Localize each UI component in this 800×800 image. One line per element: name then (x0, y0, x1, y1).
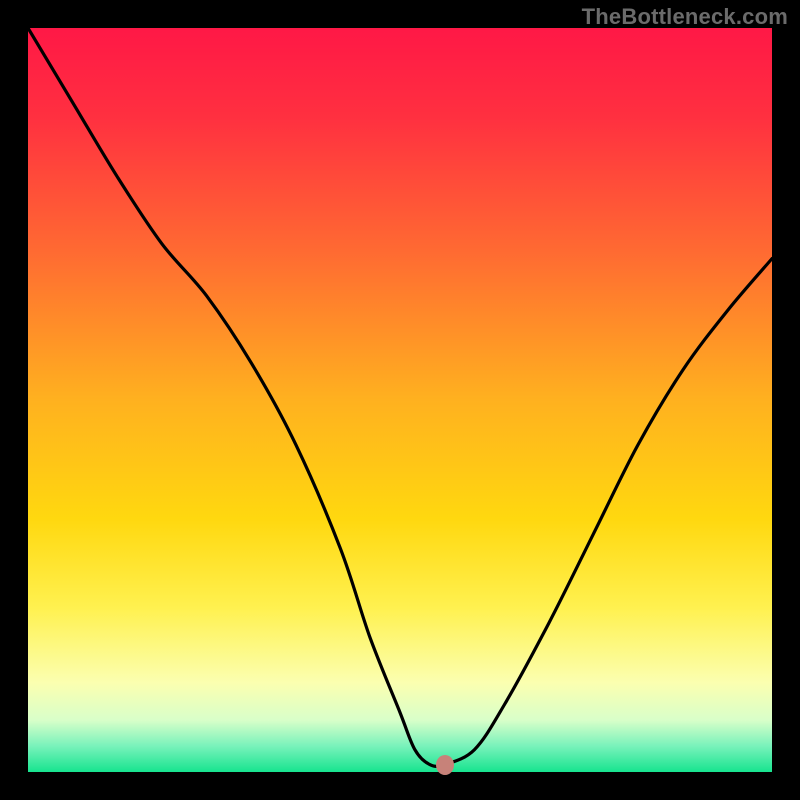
watermark-text: TheBottleneck.com (582, 4, 788, 30)
plot-area (28, 28, 772, 772)
chart-frame: TheBottleneck.com (0, 0, 800, 800)
gradient-rect (28, 28, 772, 772)
min-marker (436, 755, 454, 775)
gradient-background (28, 28, 772, 772)
